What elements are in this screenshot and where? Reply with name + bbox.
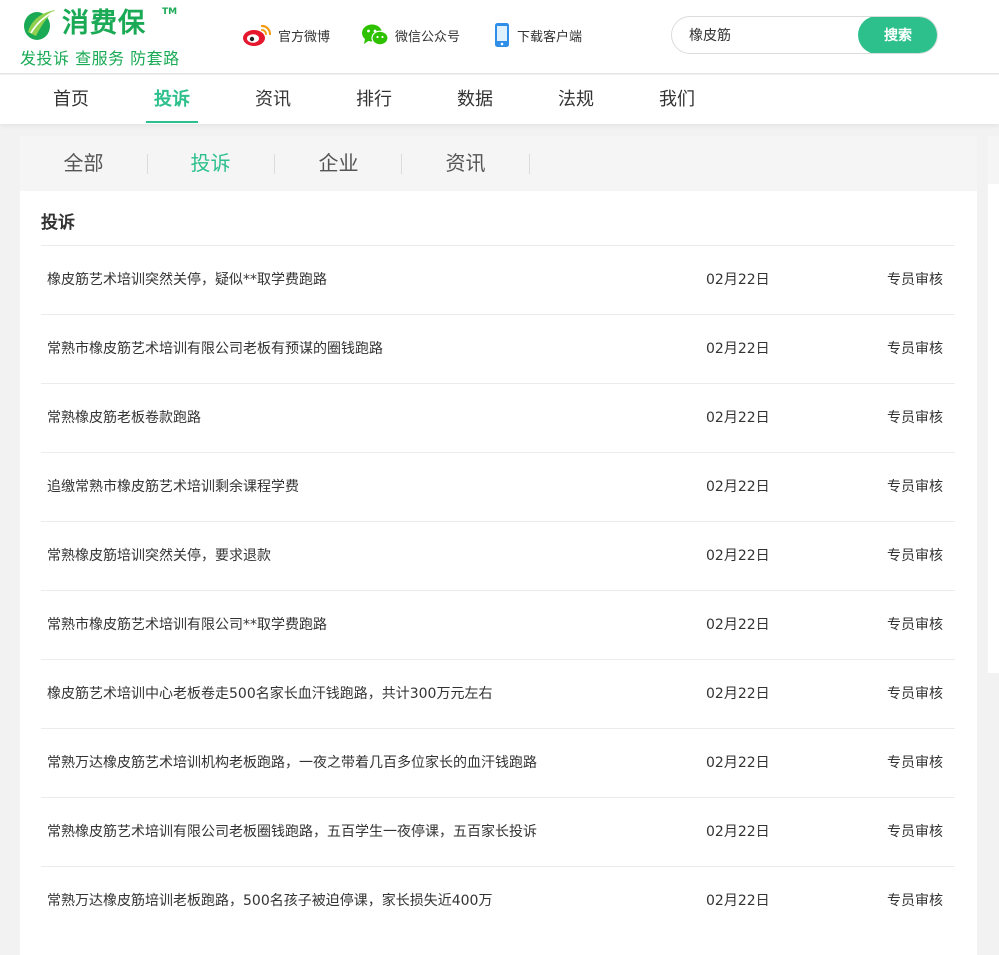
complaint-date: 02月22日 (706, 824, 770, 840)
complaint-title[interactable]: 常熟橡皮筋培训突然关停，要求退款 (47, 522, 271, 591)
wechat-link[interactable]: 微信公众号 (361, 22, 460, 48)
weibo-icon (243, 24, 272, 46)
sidebar-panel-edge (988, 136, 999, 673)
nav-item-home[interactable]: 首页 (53, 75, 89, 124)
complaint-row[interactable]: 橡皮筋艺术培训突然关停，疑似**取学费跑路 02月22日 专员审核 (41, 246, 955, 315)
complaint-status: 专员审核 (887, 341, 943, 357)
nav-item-complaints[interactable]: 投诉 (146, 75, 198, 124)
complaint-status: 专员审核 (887, 548, 943, 564)
nav-item-data[interactable]: 数据 (457, 75, 493, 124)
weibo-link-label: 官方微博 (278, 29, 331, 45)
tab-all[interactable]: 全部 (20, 136, 147, 191)
complaint-title[interactable]: 常熟市橡皮筋艺术培训有限公司老板有预谋的圈钱跑路 (47, 315, 383, 384)
download-app-link[interactable]: 下载客户端 (493, 22, 582, 48)
complaint-row[interactable]: 常熟橡皮筋老板卷款跑路 02月22日 专员审核 (41, 384, 955, 453)
logo-trademark: TM (162, 7, 178, 17)
search-box: 搜索 (671, 16, 938, 54)
complaint-row[interactable]: 常熟万达橡皮筋培训老板跑路，500名孩子被迫停课，家长损失近400万 02月22… (41, 867, 955, 936)
complaint-row[interactable]: 常熟市橡皮筋艺术培训有限公司**取学费跑路 02月22日 专员审核 (41, 591, 955, 660)
complaint-date: 02月22日 (706, 686, 770, 702)
complaint-title[interactable]: 常熟市橡皮筋艺术培训有限公司**取学费跑路 (47, 591, 327, 660)
complaint-title[interactable]: 常熟万达橡皮筋培训老板跑路，500名孩子被迫停课，家长损失近400万 (47, 867, 492, 936)
site-logo[interactable]: 消费保 TM 发投诉 查服务 防套路 (20, 4, 190, 68)
logo-slogan: 发投诉 查服务 防套路 (20, 49, 180, 68)
tab-divider (529, 154, 530, 174)
result-type-tabs: 全部 投诉 企业 资讯 (20, 136, 977, 191)
complaint-date: 02月22日 (706, 617, 770, 633)
complaint-status: 专员审核 (887, 617, 943, 633)
complaint-row[interactable]: 常熟市橡皮筋艺术培训有限公司老板有预谋的圈钱跑路 02月22日 专员审核 (41, 315, 955, 384)
complaint-date: 02月22日 (706, 893, 770, 909)
nav-item-news[interactable]: 资讯 (255, 75, 291, 124)
sidebar-panel-edge-header (988, 136, 999, 184)
complaint-row[interactable]: 橡皮筋艺术培训中心老板卷走500名家长血汗钱跑路，共计300万元左右 02月22… (41, 660, 955, 729)
complaint-row[interactable]: 追缴常熟市橡皮筋艺术培训剩余课程学费 02月22日 专员审核 (41, 453, 955, 522)
complaint-date: 02月22日 (706, 755, 770, 771)
complaint-title[interactable]: 追缴常熟市橡皮筋艺术培训剩余课程学费 (47, 453, 299, 522)
weibo-link[interactable]: 官方微博 (242, 22, 330, 48)
complaint-status: 专员审核 (887, 410, 943, 426)
main-nav: 首页 投诉 资讯 排行 数据 法规 我们 (0, 75, 999, 124)
nav-item-about-us[interactable]: 我们 (659, 75, 695, 124)
complaint-status: 专员审核 (887, 893, 943, 909)
complaint-status: 专员审核 (887, 686, 943, 702)
search-input[interactable] (689, 25, 854, 45)
tab-news[interactable]: 资讯 (402, 136, 529, 191)
complaint-title[interactable]: 橡皮筋艺术培训中心老板卷走500名家长血汗钱跑路，共计300万元左右 (47, 660, 492, 729)
complaint-date: 02月22日 (706, 272, 770, 288)
download-app-label: 下载客户端 (517, 29, 583, 45)
wechat-link-label: 微信公众号 (395, 29, 461, 45)
nav-item-regulations[interactable]: 法规 (558, 75, 594, 124)
tab-companies[interactable]: 企业 (275, 136, 402, 191)
mobile-phone-icon (495, 23, 509, 47)
complaint-title[interactable]: 常熟橡皮筋老板卷款跑路 (47, 384, 201, 453)
section-title: 投诉 (41, 213, 75, 233)
tab-complaints[interactable]: 投诉 (147, 136, 274, 191)
complaint-row[interactable]: 常熟橡皮筋培训突然关停，要求退款 02月22日 专员审核 (41, 522, 955, 591)
logo-name: 消费保 (62, 8, 146, 39)
complaint-status: 专员审核 (887, 824, 943, 840)
wechat-icon (362, 24, 389, 46)
site-header: 消费保 TM 发投诉 查服务 防套路 官方微博 微信公众号 下载客户端 橡皮筋 … (0, 0, 999, 74)
complaint-title[interactable]: 常熟橡皮筋艺术培训有限公司老板圈钱跑路，五百学生一夜停课，五百家长投诉 (47, 798, 537, 867)
search-results-card: 全部 投诉 企业 资讯 投诉 橡皮筋艺术培训突然关停，疑似**取学费跑路 02月… (20, 136, 977, 955)
complaint-row[interactable]: 常熟橡皮筋艺术培训有限公司老板圈钱跑路，五百学生一夜停课，五百家长投诉 02月2… (41, 798, 955, 867)
complaint-date: 02月22日 (706, 479, 770, 495)
complaint-date: 02月22日 (706, 341, 770, 357)
complaint-list: 橡皮筋艺术培训突然关停，疑似**取学费跑路 02月22日 专员审核 常熟市橡皮筋… (41, 246, 955, 936)
complaint-status: 专员审核 (887, 479, 943, 495)
complaint-row[interactable]: 常熟万达橡皮筋艺术培训机构老板跑路，一夜之带着几百多位家长的血汗钱跑路 02月2… (41, 729, 955, 798)
complaint-status: 专员审核 (887, 272, 943, 288)
complaint-title[interactable]: 常熟万达橡皮筋艺术培训机构老板跑路，一夜之带着几百多位家长的血汗钱跑路 (47, 729, 537, 798)
complaint-date: 02月22日 (706, 410, 770, 426)
complaint-date: 02月22日 (706, 548, 770, 564)
complaint-title[interactable]: 橡皮筋艺术培训突然关停，疑似**取学费跑路 (47, 246, 327, 315)
complaint-status: 专员审核 (887, 755, 943, 771)
search-button[interactable]: 搜索 (858, 17, 937, 53)
nav-item-rankings[interactable]: 排行 (356, 75, 392, 124)
logo-leaf-icon (24, 10, 55, 40)
